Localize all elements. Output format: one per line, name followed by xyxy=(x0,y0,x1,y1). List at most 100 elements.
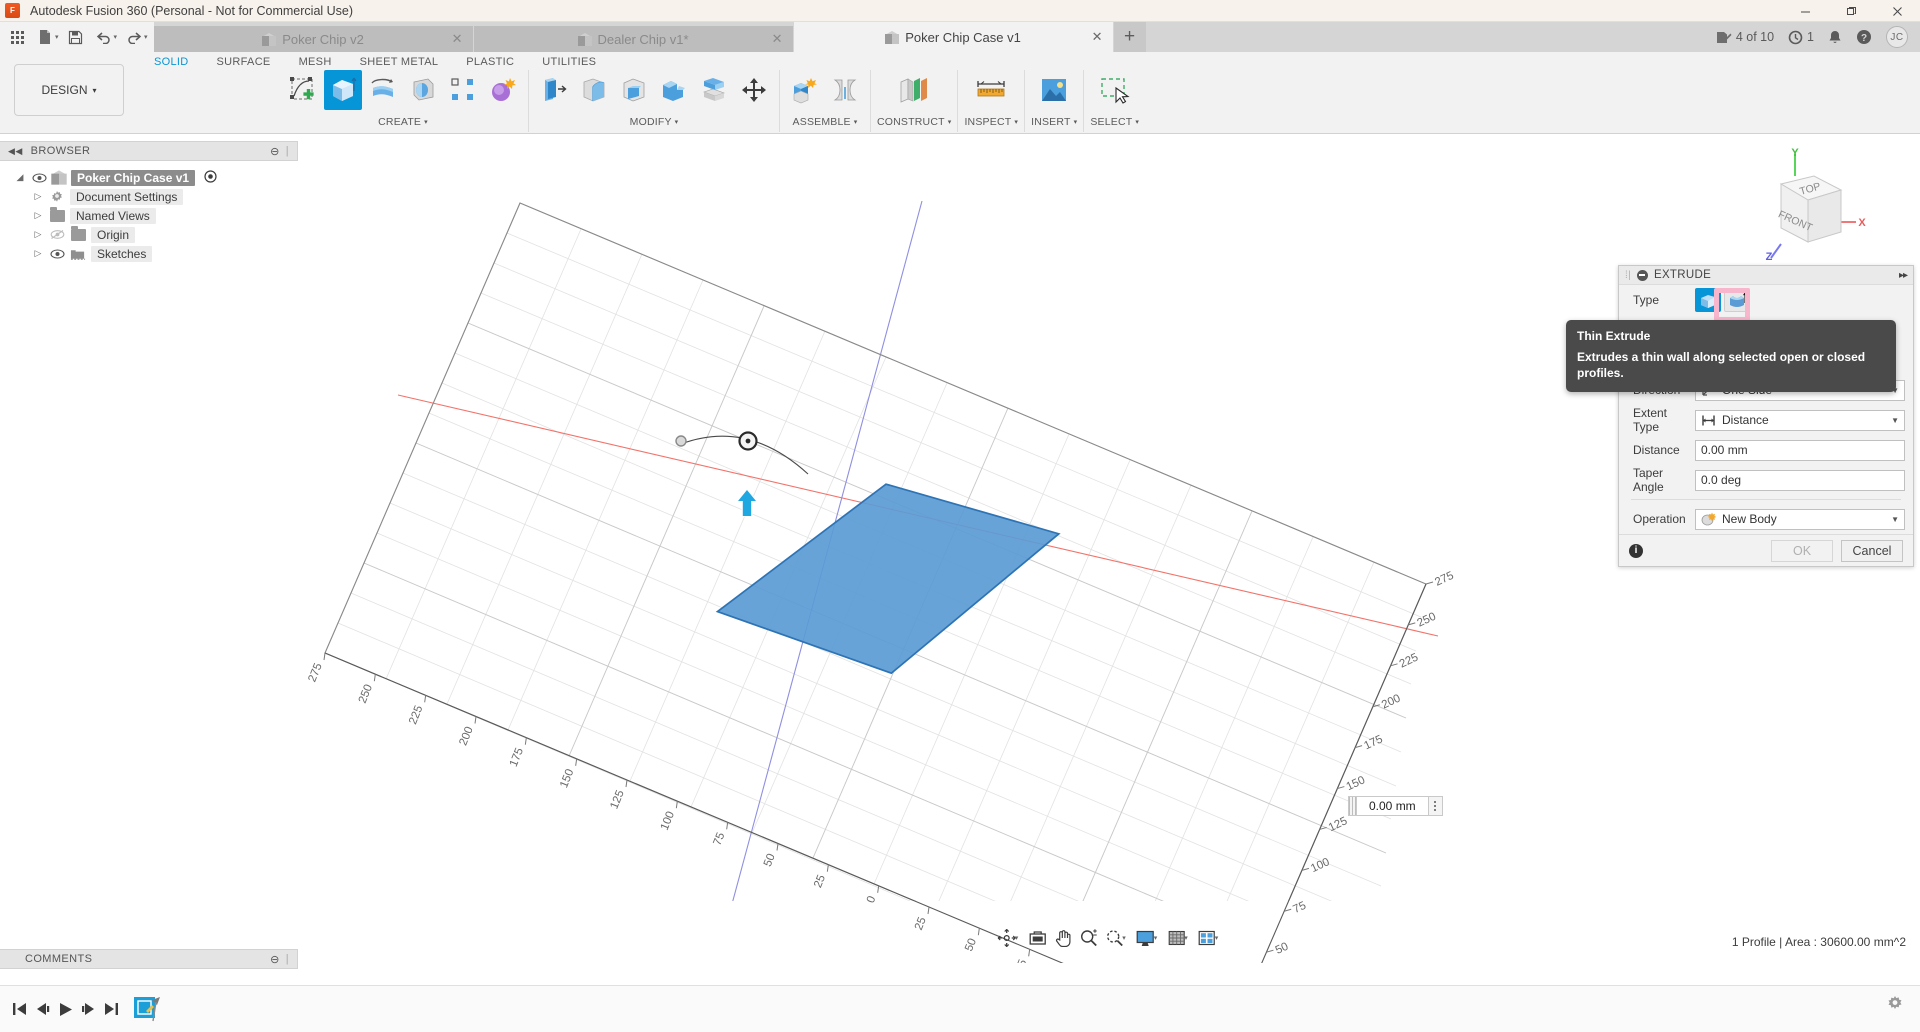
expand-arrow-icon[interactable]: ◢ xyxy=(14,172,26,183)
ok-button[interactable]: OK xyxy=(1771,539,1833,562)
insert-image-icon[interactable] xyxy=(1034,70,1074,110)
dialog-grip-handle[interactable]: ⁞| xyxy=(1625,270,1631,281)
help-button[interactable]: ? xyxy=(1856,29,1872,45)
joint-icon[interactable] xyxy=(826,70,864,110)
new-file-caret-icon[interactable]: ▾ xyxy=(55,33,59,41)
offset-face-icon[interactable] xyxy=(695,70,733,110)
visibility-eye-off-icon[interactable] xyxy=(49,229,65,240)
press-pull-icon[interactable] xyxy=(535,70,573,110)
panel-inspect-label[interactable]: INSPECT ▾ xyxy=(964,116,1018,128)
step-back-icon[interactable] xyxy=(31,994,54,1024)
save-icon[interactable] xyxy=(63,24,89,50)
display-settings-button[interactable]: ▾ xyxy=(1133,925,1163,951)
browser-resize-handle[interactable]: | xyxy=(286,145,289,157)
activate-component-radio[interactable] xyxy=(204,169,217,186)
minimize-button[interactable] xyxy=(1782,0,1828,22)
distance-value-input[interactable]: 0.00 mm xyxy=(1348,796,1443,816)
construct-plane-icon[interactable] xyxy=(892,70,936,110)
comments-minimize-icon[interactable]: ⊖ xyxy=(270,953,280,966)
tab-surface[interactable]: SURFACE xyxy=(203,52,285,71)
close-icon[interactable]: ✕ xyxy=(1092,29,1103,45)
pattern-icon[interactable] xyxy=(444,70,482,110)
comments-panel-header[interactable]: COMMENTS ⊖ | xyxy=(0,949,298,969)
fillet-icon[interactable] xyxy=(575,70,613,110)
tab-plastic[interactable]: PLASTIC xyxy=(452,52,528,71)
visibility-eye-icon[interactable] xyxy=(31,172,47,183)
value-options-icon[interactable] xyxy=(1429,801,1442,811)
timeline-feature-sketch-icon[interactable] xyxy=(133,994,163,1024)
shell-icon[interactable] xyxy=(615,70,653,110)
close-icon[interactable]: ✕ xyxy=(772,31,783,47)
view-cube[interactable]: Y X Z TOP FRONT xyxy=(1738,146,1868,266)
comments-resize-handle[interactable]: | xyxy=(286,953,289,965)
expand-icon[interactable]: ▸▸ xyxy=(1899,270,1908,281)
chevron-down-icon[interactable]: ▾ xyxy=(1215,934,1219,942)
browser-collapse-icon[interactable]: ◀◀ xyxy=(8,146,23,157)
tree-item-poker-chip-case[interactable]: ◢ Poker Chip Case v1 xyxy=(0,168,298,187)
chevron-down-icon[interactable]: ▼ xyxy=(1891,515,1899,524)
close-icon[interactable]: ✕ xyxy=(452,31,463,47)
revolve-icon[interactable] xyxy=(364,70,402,110)
taper-angle-input[interactable]: 0.0 deg xyxy=(1695,469,1905,491)
timeline-settings-gear-icon[interactable] xyxy=(1886,995,1904,1016)
go-to-end-icon[interactable] xyxy=(100,994,123,1024)
extrude-dialog-header[interactable]: ⁞| EXTRUDE ▸▸ xyxy=(1619,266,1913,285)
tab-mesh[interactable]: MESH xyxy=(285,52,346,71)
expand-arrow-icon[interactable]: ▷ xyxy=(32,191,44,202)
form-icon[interactable] xyxy=(484,70,522,110)
notifications-button[interactable] xyxy=(1828,30,1842,45)
select-window-icon[interactable] xyxy=(1094,70,1136,110)
distance-value[interactable]: 0.00 mm xyxy=(1356,797,1429,815)
thin-extrude-icon[interactable] xyxy=(1724,288,1750,312)
pan-button[interactable] xyxy=(1051,925,1074,951)
new-tab-button[interactable]: + xyxy=(1113,22,1146,52)
document-tab-0[interactable]: Poker Chip v2 ✕ xyxy=(153,26,474,52)
browser-minimize-icon[interactable]: ⊖ xyxy=(270,145,280,158)
history-status[interactable]: 1 xyxy=(1788,30,1814,45)
extrude-dialog[interactable]: ⁞| EXTRUDE ▸▸ Type Profile Start Directi… xyxy=(1618,265,1914,567)
solid-extrude-icon[interactable] xyxy=(1695,288,1721,312)
expand-arrow-icon[interactable]: ▷ xyxy=(32,210,44,221)
panel-insert-label[interactable]: INSERT ▾ xyxy=(1031,116,1077,128)
chevron-down-icon[interactable]: ▾ xyxy=(1122,934,1126,942)
create-sketch-icon[interactable] xyxy=(284,70,322,110)
fit-button[interactable]: ▾ xyxy=(1102,925,1131,951)
tab-solid[interactable]: SOLID xyxy=(140,52,203,71)
zoom-button[interactable] xyxy=(1076,925,1100,951)
redo-caret-icon[interactable]: ▾ xyxy=(144,33,148,41)
tree-item-document-settings[interactable]: ▷ Document Settings xyxy=(0,187,298,206)
chevron-down-icon[interactable]: ▼ xyxy=(1891,416,1899,425)
viewports-button[interactable]: ▾ xyxy=(1195,925,1224,951)
orbit-button[interactable]: ▾ xyxy=(995,925,1024,951)
extrude-icon[interactable] xyxy=(324,70,362,110)
go-to-beginning-icon[interactable] xyxy=(8,994,31,1024)
play-icon[interactable] xyxy=(54,994,77,1024)
step-forward-icon[interactable] xyxy=(77,994,100,1024)
app-grid-icon[interactable] xyxy=(4,24,30,50)
tree-item-named-views[interactable]: ▷ Named Views xyxy=(0,206,298,225)
tab-sheet-metal[interactable]: SHEET METAL xyxy=(346,52,453,71)
tab-utilities[interactable]: UTILITIES xyxy=(528,52,610,71)
collapse-icon[interactable] xyxy=(1636,269,1648,281)
tree-item-sketches[interactable]: ▷ Sketches xyxy=(0,244,298,263)
panel-create-label[interactable]: CREATE ▾ xyxy=(378,116,428,128)
chevron-down-icon[interactable]: ▾ xyxy=(1184,934,1188,942)
panel-select-label[interactable]: SELECT ▾ xyxy=(1090,116,1139,128)
measure-icon[interactable] xyxy=(969,70,1013,110)
panel-assemble-label[interactable]: ASSEMBLE ▾ xyxy=(793,116,858,128)
jobs-status[interactable]: 4 of 10 xyxy=(1715,30,1774,45)
visibility-eye-icon[interactable] xyxy=(49,248,65,259)
panel-construct-label[interactable]: CONSTRUCT ▾ xyxy=(877,116,951,128)
document-tab-1[interactable]: Dealer Chip v1* ✕ xyxy=(473,26,794,52)
extent-type-dropdown[interactable]: Distance ▼ xyxy=(1695,409,1905,431)
expand-arrow-icon[interactable]: ▷ xyxy=(32,248,44,259)
cancel-button[interactable]: Cancel xyxy=(1841,539,1903,562)
tree-item-origin[interactable]: ▷ Origin xyxy=(0,225,298,244)
operation-dropdown[interactable]: New Body ▼ xyxy=(1695,508,1905,530)
new-component-icon[interactable] xyxy=(786,70,824,110)
sweep-icon[interactable] xyxy=(404,70,442,110)
maximize-button[interactable] xyxy=(1828,0,1874,22)
close-button[interactable] xyxy=(1874,0,1920,22)
distance-input[interactable]: 0.00 mm xyxy=(1695,439,1905,461)
chevron-down-icon[interactable]: ▾ xyxy=(1015,934,1019,942)
